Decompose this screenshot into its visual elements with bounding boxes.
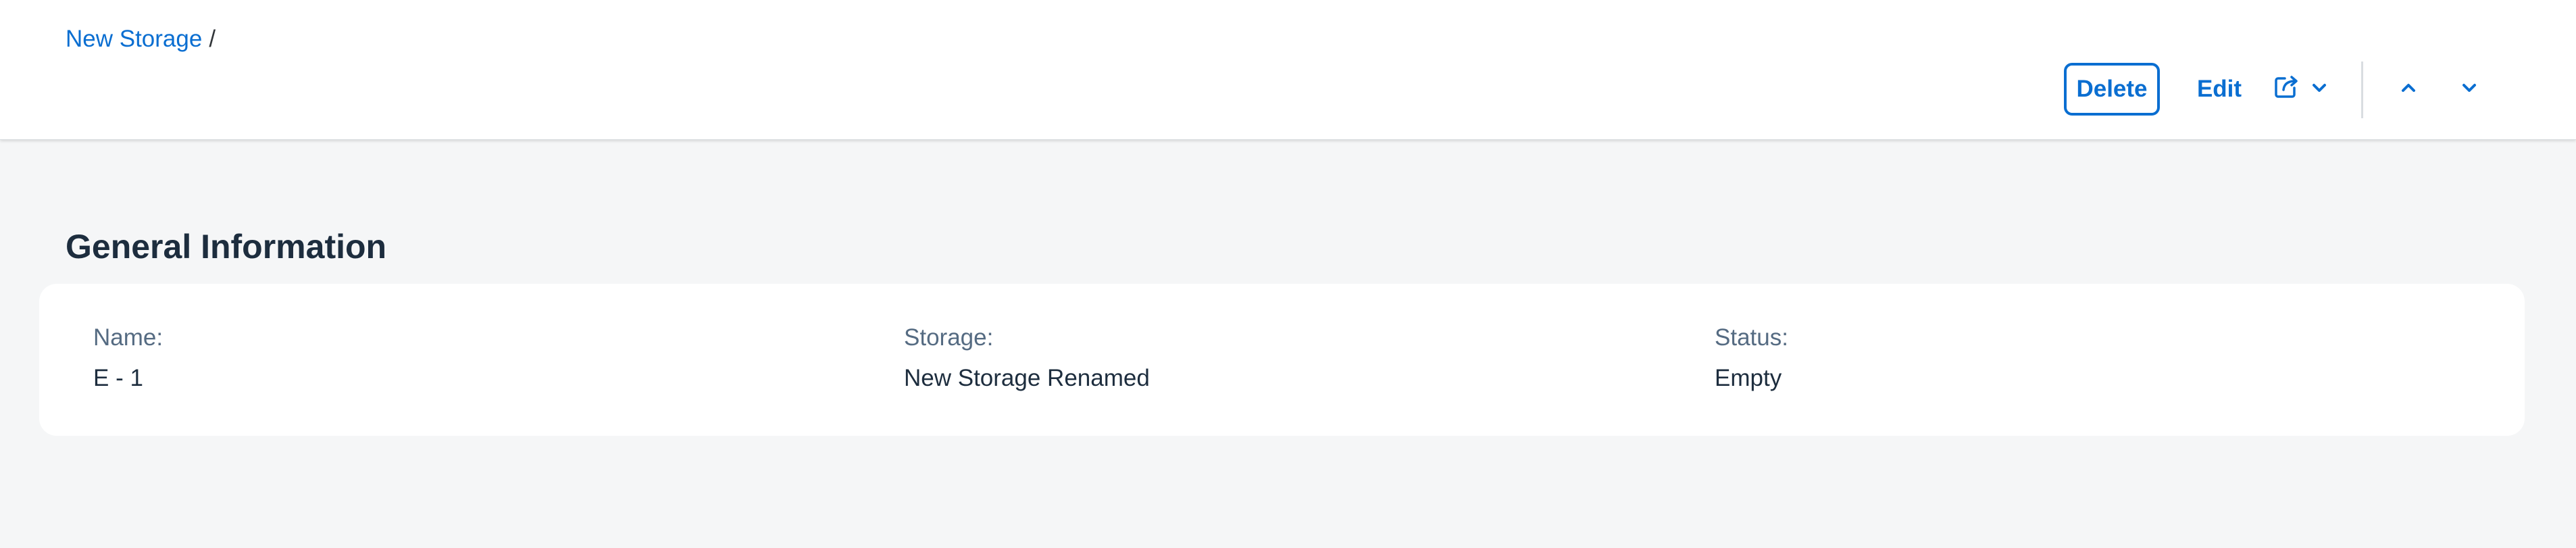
field-storage: Storage: New Storage Renamed [904,324,1150,392]
next-item-button[interactable] [2442,63,2496,116]
field-value: Empty [1715,365,1782,391]
chevron-down-icon [2310,76,2328,103]
previous-item-button[interactable] [2381,63,2435,116]
toolbar-divider [2361,61,2363,118]
field-value: E - 1 [93,365,143,391]
share-icon [2273,73,2300,106]
share-menu-button[interactable] [2260,63,2341,116]
field-name: Name: E - 1 [93,324,163,392]
delete-button[interactable]: Delete [2064,63,2160,116]
breadcrumb-separator: / [209,26,216,52]
object-page-header: New Storage / Delete Edit [0,0,2576,140]
field-label: Status: [1715,324,1788,351]
general-information-card: Name: E - 1 Storage: New Storage Renamed… [39,284,2525,436]
section-title: General Information [66,228,387,266]
field-label: Storage: [904,324,994,351]
field-label: Name: [93,324,163,351]
field-value: New Storage Renamed [904,365,1150,391]
chevron-down-icon [2460,76,2478,103]
header-toolbar: Delete Edit [2064,61,2537,118]
field-status: Status: Empty [1715,324,1788,392]
edit-button[interactable]: Edit [2189,63,2250,116]
breadcrumb: New Storage / [66,26,216,53]
chevron-up-icon [2400,76,2417,103]
breadcrumb-link-new-storage[interactable]: New Storage [66,26,202,52]
